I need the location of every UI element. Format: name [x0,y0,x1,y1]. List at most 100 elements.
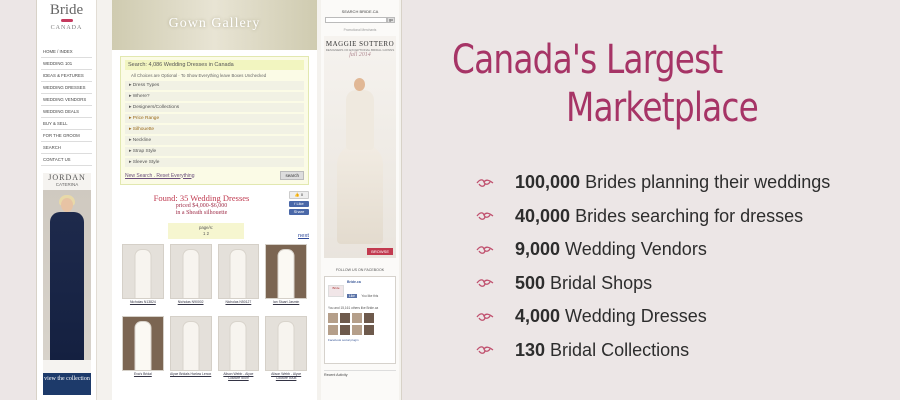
nav-item-contact[interactable]: CONTACT US [41,154,92,166]
dress-image [122,316,164,371]
filter-silhouette[interactable]: ▸ Silhouette [125,125,304,134]
dress-caption[interactable]: Alison Webb - Alyce Couture 5009 [218,372,260,382]
social-buttons: 👍 0 f Like Share [289,191,309,217]
flourish-icon [476,245,494,254]
filter-dress-types[interactable]: ▸ Dress Types [125,81,304,90]
dress-thumb[interactable]: Ian Stuart Jasmin [265,244,307,310]
dress-search-panel: Search: 4,086 Wedding Dresses in Canada … [120,56,309,185]
site-search-go-button[interactable]: go [387,17,395,23]
filter-label: Sleeve Style [132,160,160,165]
like-counter[interactable]: 👍 0 [289,191,309,199]
page-list: page/s: 1 2 [168,223,244,239]
flourish-icon [476,312,494,321]
ad-model-image [337,78,383,244]
avatar[interactable] [352,325,362,335]
dress-caption[interactable]: Nicholas N90002 [170,300,212,310]
nav-item-ideas[interactable]: IDEAS & FEATURES [41,70,92,82]
dress-caption[interactable]: Alyce Bridals Harlow Lenox [170,372,212,382]
pagination: page/s: 1 2 next [120,223,309,239]
logo-wordmark: Bride [49,2,84,18]
avatar[interactable] [352,313,362,323]
avatar[interactable] [364,325,374,335]
stat-item: 130 Bridal Collections [476,334,891,368]
facebook-widget: Bride Bride.ca Like You like this You an… [324,276,396,364]
fb-page-logo[interactable]: Bride [328,285,344,297]
nav-item-home[interactable]: HOME / INDEX [41,46,92,58]
dress-grid: Nicholas N13824 Nicholas N90002 Nicholas… [120,244,309,382]
stat-number: 500 [515,272,546,293]
avatar[interactable] [364,313,374,323]
dress-thumb[interactable]: Nicholas N50127 [217,244,260,310]
ad-brand: MAGGIE SOTTERO [325,40,395,48]
dress-thumb[interactable]: Nicholas N90002 [169,244,212,310]
dress-caption[interactable]: Nicholas N50127 [218,300,260,310]
stat-number: 4,000 [515,306,561,327]
fb-like-button[interactable]: Like [347,294,357,298]
stat-item: 9,000 Wedding Vendors [476,233,891,267]
browse-button[interactable]: BROWSE [367,248,393,255]
stat-label: Brides searching for dresses [575,205,804,226]
dress-thumb[interactable]: Alyce Bridals Harlow Lenox [169,316,212,382]
stat-label: Wedding Vendors [565,239,707,260]
dress-image [122,244,164,299]
fb-plugin-link[interactable]: Facebook social plugin [328,338,392,342]
dress-caption[interactable]: Nicholas N13824 [122,300,164,310]
nav-item-groom[interactable]: FOR THE GROOM [41,130,92,142]
dress-caption[interactable]: Ian Stuart Jasmin [265,300,307,310]
nav-item-search[interactable]: SEARCH [41,142,92,154]
facebook-like-button[interactable]: f Like [289,201,309,207]
promo-note: Promotional Merchants [343,28,377,32]
dress-thumb[interactable]: Alison Webb - Alyce Couture 5009 [217,316,260,382]
search-button[interactable]: search [280,171,304,180]
logo-heart-icon [60,19,73,22]
site-search-input[interactable] [325,17,387,23]
dress-thumb[interactable]: Alison Webb - Alyce Couture 5008 [265,316,307,382]
nav-item-vendors[interactable]: WEDDING VENDORS [41,94,92,106]
search-heading: Search: 4,086 Wedding Dresses in Canada [125,60,304,70]
filter-label: Silhouette [132,127,155,132]
next-page-link[interactable]: next [298,233,309,239]
avatar[interactable] [328,325,338,335]
fb-page-name[interactable]: Bride.ca [347,280,378,284]
bride-canada-logo[interactable]: Bride CANADA [37,0,96,40]
stat-label: Wedding Dresses [565,306,707,327]
dress-caption[interactable]: Alison Webb - Alyce Couture 5008 [265,372,307,382]
filter-where[interactable]: ▸ Where? [125,92,304,101]
stat-label: Bridal Collections [550,339,690,360]
filter-neckline[interactable]: ▸ Neckline [125,136,304,145]
headline: Canada's Largest Marketplace [452,36,800,132]
filter-strap-style[interactable]: ▸ Strap Style [125,147,304,156]
nav-item-dresses[interactable]: WEDDING DRESSES [41,82,92,94]
new-search-link[interactable]: New Search . Reset Everything [125,173,194,179]
filter-price-range[interactable]: ▸ Price Range [125,114,304,123]
nav-item-wedding-101[interactable]: WEDDING 101 [41,58,92,70]
maggie-sottero-ad[interactable]: MAGGIE SOTTERO DESIGNERS OF EXCEPTIONAL … [324,36,396,258]
avatar[interactable] [340,313,350,323]
filter-sleeve-style[interactable]: ▸ Sleeve Style [125,158,304,167]
dress-image [217,316,260,371]
jordan-ad[interactable]: JORDAN CATERINA view the collection [43,173,91,395]
dress-image [265,316,307,371]
nav-item-buy-sell[interactable]: BUY & SELL [41,118,92,130]
avatar[interactable] [328,313,338,323]
dress-thumb[interactable]: Eva's Bridal [122,316,164,382]
page-links[interactable]: 1 2 [168,231,244,237]
dress-thumb[interactable]: Nicholas N13824 [122,244,164,310]
stat-item: 500 Bridal Shops [476,267,891,301]
dress-caption[interactable]: Eva's Bridal [122,372,164,382]
filter-designers[interactable]: ▸ Designers/Collections [125,103,304,112]
filter-label: Dress Types [132,83,160,88]
facebook-share-button[interactable]: Share [289,209,309,215]
gallery-title: Gown Gallery [168,16,261,31]
stat-item: 100,000 Brides planning their weddings [476,166,891,200]
stat-label: Brides planning their weddings [585,172,831,193]
filter-label: Neckline [132,138,152,143]
fb-fan-avatars [328,313,392,335]
avatar[interactable] [340,325,350,335]
view-collection-button[interactable]: view the collection [43,373,91,395]
facebook-follow-title: FOLLOW US ON FACEBOOK [335,268,385,272]
stats-list: 100,000 Brides planning their weddings 4… [476,166,891,367]
results-count: Found: 35 Wedding Dresses [153,193,250,203]
search-note: All Choices are Optional · To Show Every… [131,73,267,78]
nav-item-deals[interactable]: WEDDING DEALS [41,106,92,118]
